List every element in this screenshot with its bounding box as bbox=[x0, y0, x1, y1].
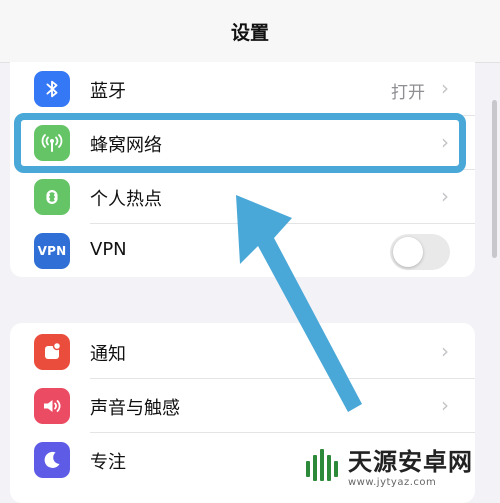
settings-row-label: 专注 bbox=[90, 452, 126, 473]
chevron-right-icon: › bbox=[441, 339, 449, 363]
toggle-knob bbox=[393, 237, 423, 267]
settings-row-label: VPN bbox=[90, 239, 127, 260]
settings-row-notifications[interactable]: 通知 › bbox=[10, 325, 475, 379]
vpn-icon: VPN bbox=[34, 233, 70, 269]
watermark: 天源安卓网 www.jytyaz.com bbox=[300, 437, 500, 492]
chevron-right-icon: › bbox=[441, 393, 449, 417]
chevron-right-icon: › bbox=[441, 130, 449, 154]
settings-row-label: 声音与触感 bbox=[90, 398, 180, 419]
settings-row-bluetooth[interactable]: 蓝牙 打开 › bbox=[10, 62, 475, 116]
scrollbar[interactable] bbox=[492, 100, 497, 258]
chevron-right-icon: › bbox=[441, 76, 449, 100]
watermark-text: 天源安卓网 bbox=[348, 447, 473, 476]
notifications-icon bbox=[34, 334, 70, 370]
settings-row-value: 打开 bbox=[391, 83, 425, 103]
settings-row-label: 个人热点 bbox=[90, 189, 162, 210]
settings-row-personal-hotspot[interactable]: 个人热点 › bbox=[10, 170, 475, 224]
vpn-icon-text: VPN bbox=[37, 244, 67, 258]
settings-row-label: 蓝牙 bbox=[90, 81, 126, 102]
page-title: 设置 bbox=[230, 21, 269, 44]
settings-group-connectivity: 蓝牙 打开 › 蜂窝网络 › 个人热点 › VPN VPN bbox=[10, 62, 475, 277]
cellular-antenna-icon bbox=[34, 125, 70, 161]
sound-speaker-icon bbox=[34, 388, 70, 424]
watermark-url: www.jytyaz.com bbox=[348, 476, 437, 488]
settings-row-sounds-haptics[interactable]: 声音与触感 › bbox=[10, 379, 475, 433]
personal-hotspot-icon bbox=[34, 179, 70, 215]
watermark-logo-icon bbox=[300, 443, 344, 487]
settings-row-cellular[interactable]: 蜂窝网络 › bbox=[10, 116, 475, 170]
bluetooth-icon bbox=[34, 71, 70, 107]
vpn-toggle[interactable] bbox=[390, 234, 450, 270]
moon-icon bbox=[34, 442, 70, 478]
settings-row-vpn: VPN VPN bbox=[10, 224, 475, 277]
navigation-bar: 设置 bbox=[0, 0, 500, 63]
settings-row-label: 通知 bbox=[90, 344, 126, 365]
settings-row-label: 蜂窝网络 bbox=[90, 135, 162, 156]
chevron-right-icon: › bbox=[441, 184, 449, 208]
